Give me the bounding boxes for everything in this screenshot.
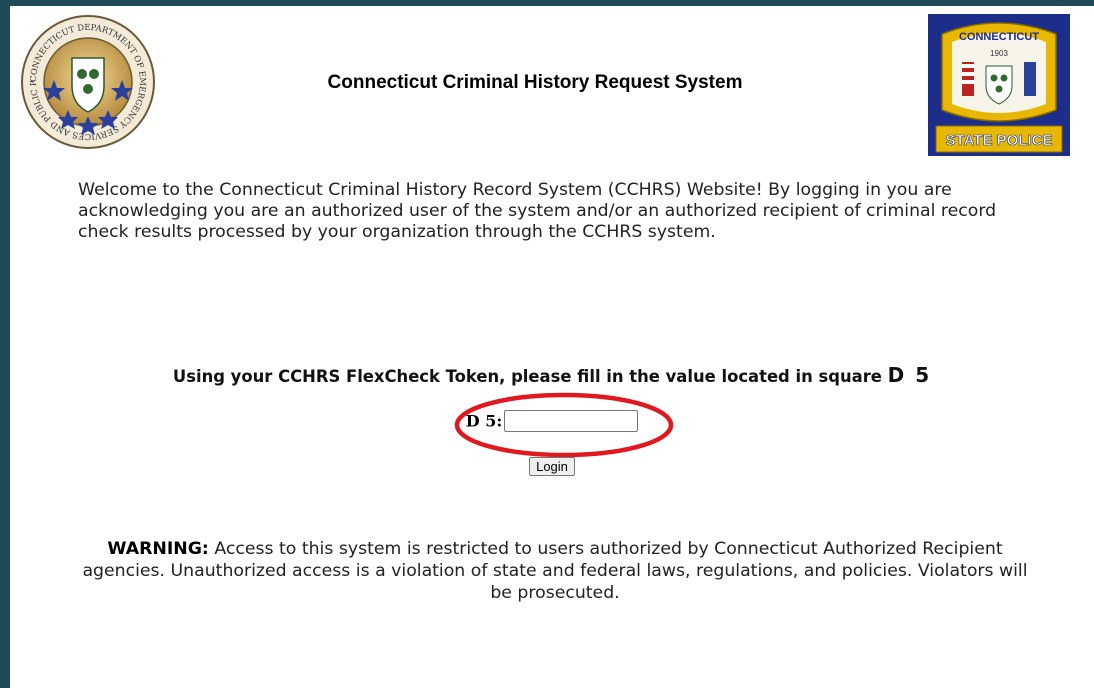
badge-top-text: CONNECTICUT [959, 31, 1039, 43]
badge-year-text: 1903 [990, 49, 1008, 58]
token-instruction: Using your CCHRS FlexCheck Token, please… [10, 363, 1094, 387]
login-row: Login [10, 456, 1094, 476]
warning-notice: WARNING: Access to this system is restri… [70, 538, 1040, 604]
page-title: Connecticut Criminal History Request Sys… [327, 72, 743, 93]
app-frame: CONNECTICUT DEPARTMENT OF EMERGENCY SERV… [0, 0, 1094, 688]
login-page: CONNECTICUT DEPARTMENT OF EMERGENCY SERV… [10, 6, 1094, 688]
welcome-paragraph: Welcome to the Connecticut Criminal Hist… [78, 180, 997, 242]
token-square-label: D 5 [887, 363, 932, 387]
warning-text: Access to this system is restricted to u… [82, 539, 1028, 603]
dept-emergency-services-seal-icon: CONNECTICUT DEPARTMENT OF EMERGENCY SERV… [20, 14, 155, 149]
highlight-ellipse-annotation [454, 392, 674, 458]
login-button[interactable]: Login [529, 457, 575, 476]
warning-label: WARNING: [107, 539, 209, 559]
badge-bottom-text: STATE POLICE [946, 132, 1053, 149]
state-police-badge-icon: CONNECTICUT 1903 STATE POLICE [928, 14, 1070, 156]
token-instruction-text: Using your CCHRS FlexCheck Token, please… [172, 367, 882, 386]
